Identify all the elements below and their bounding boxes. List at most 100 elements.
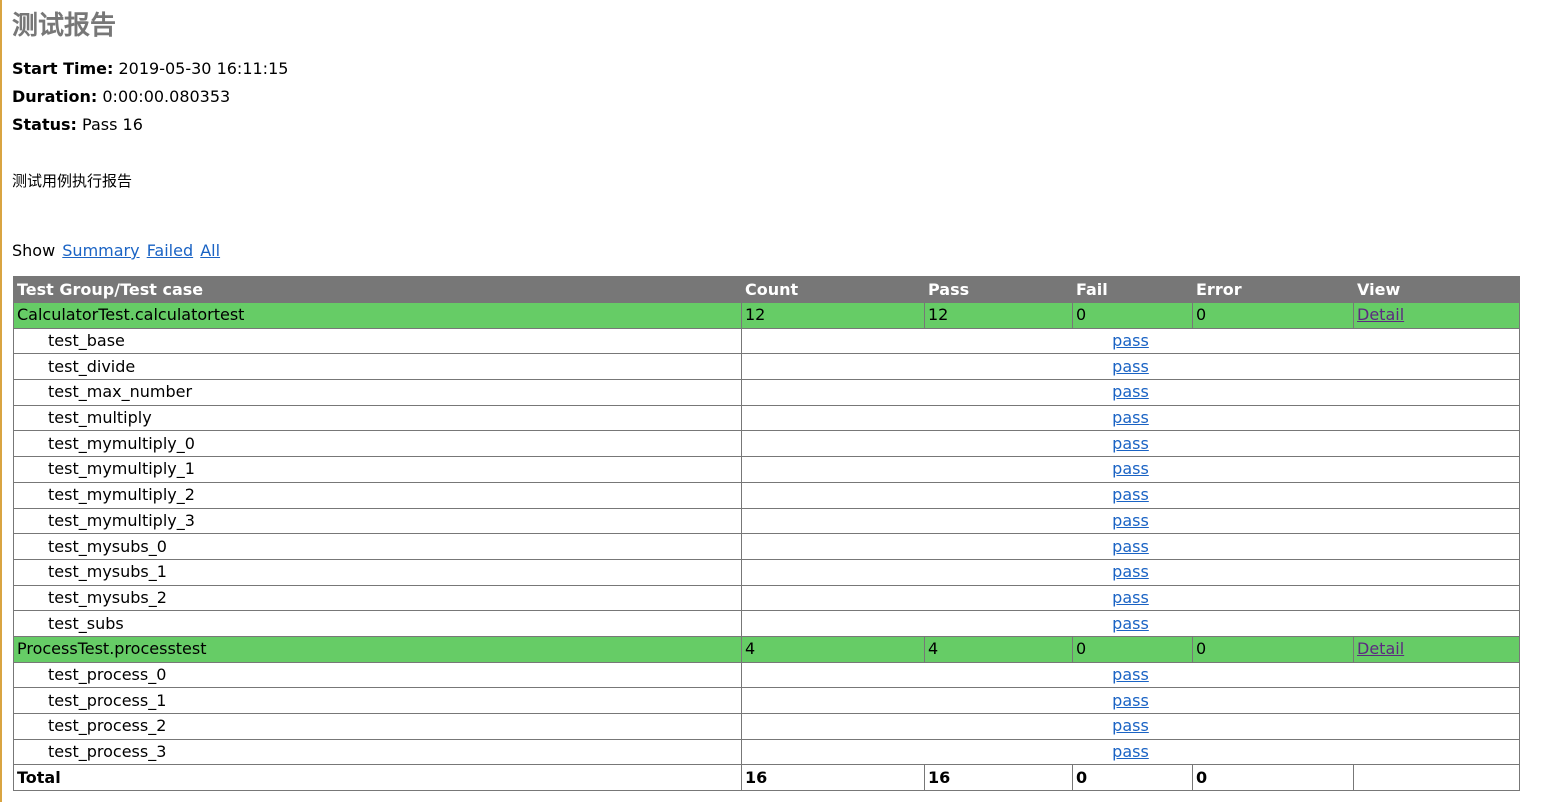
case-status-cell: pass — [741, 687, 1520, 714]
case-status-cell: pass — [741, 404, 1520, 432]
group-row: ProcessTest.processtest 4 4 0 0 Detail — [13, 635, 1520, 663]
show-label: Show — [12, 241, 56, 260]
pass-link[interactable]: pass — [1112, 562, 1149, 581]
group-error: 0 — [1192, 302, 1354, 329]
header-view: View — [1353, 276, 1520, 303]
group-error: 0 — [1192, 635, 1354, 663]
group-pass: 12 — [924, 302, 1073, 329]
show-failed-link[interactable]: Failed — [147, 241, 193, 260]
group-pass: 4 — [924, 635, 1073, 663]
pass-link[interactable]: pass — [1112, 382, 1149, 401]
start-time-line: Start Time: 2019-05-30 16:11:15 — [12, 59, 288, 79]
group-name: CalculatorTest.calculatortest — [13, 302, 742, 329]
start-time-value: 2019-05-30 16:11:15 — [118, 59, 289, 78]
header-test-group: Test Group/Test case — [13, 276, 742, 303]
group-view-cell: Detail — [1353, 302, 1520, 329]
group-fail: 0 — [1072, 635, 1193, 663]
case-name: test_process_2 — [13, 713, 742, 740]
show-filter-bar: Show Summary Failed All — [12, 241, 220, 261]
pass-link[interactable]: pass — [1112, 511, 1149, 530]
group-count: 12 — [741, 302, 925, 329]
case-name: test_subs — [13, 610, 742, 637]
pass-link[interactable]: pass — [1112, 357, 1149, 376]
case-status-cell: pass — [741, 481, 1520, 509]
case-row: test_multiply pass — [13, 404, 1520, 432]
case-name: test_multiply — [13, 404, 742, 432]
total-error: 0 — [1192, 764, 1354, 792]
total-view — [1353, 764, 1520, 792]
case-name: test_mymultiply_0 — [13, 430, 742, 458]
header-error: Error — [1192, 276, 1354, 303]
case-row: test_base pass — [13, 327, 1520, 355]
case-name: test_max_number — [13, 379, 742, 406]
pass-link[interactable]: pass — [1112, 742, 1149, 761]
detail-link[interactable]: Detail — [1357, 305, 1404, 324]
pass-link[interactable]: pass — [1112, 588, 1149, 607]
start-time-label: Start Time: — [12, 59, 114, 78]
pass-link[interactable]: pass — [1112, 331, 1149, 350]
pass-link[interactable]: pass — [1112, 434, 1149, 453]
case-name: test_process_1 — [13, 687, 742, 714]
total-pass: 16 — [924, 764, 1073, 792]
show-all-link[interactable]: All — [200, 241, 220, 260]
header-fail: Fail — [1072, 276, 1193, 303]
pass-link[interactable]: pass — [1112, 485, 1149, 504]
group-view-cell: Detail — [1353, 635, 1520, 663]
case-row: test_mymultiply_0 pass — [13, 430, 1520, 458]
case-status-cell: pass — [741, 353, 1520, 381]
case-row: test_mysubs_1 pass — [13, 558, 1520, 586]
status-line: Status: Pass 16 — [12, 115, 143, 135]
case-name: test_divide — [13, 353, 742, 381]
case-status-cell: pass — [741, 738, 1520, 766]
group-name: ProcessTest.processtest — [13, 635, 742, 663]
case-status-cell: pass — [741, 661, 1520, 689]
report-title: 测试报告 — [12, 11, 117, 41]
pass-link[interactable]: pass — [1112, 408, 1149, 427]
case-row: test_subs pass — [13, 610, 1520, 637]
case-row: test_mymultiply_2 pass — [13, 481, 1520, 509]
duration-label: Duration: — [12, 87, 98, 106]
pass-link[interactable]: pass — [1112, 614, 1149, 633]
case-name: test_process_3 — [13, 738, 742, 766]
case-row: test_mysubs_0 pass — [13, 533, 1520, 560]
detail-link[interactable]: Detail — [1357, 639, 1404, 658]
case-row: test_process_2 pass — [13, 713, 1520, 740]
case-name: test_mymultiply_3 — [13, 507, 742, 535]
case-status-cell: pass — [741, 610, 1520, 637]
group-count: 4 — [741, 635, 925, 663]
total-row: Total 16 16 0 0 — [13, 764, 1520, 792]
case-status-cell: pass — [741, 533, 1520, 560]
header-count: Count — [741, 276, 925, 303]
pass-link[interactable]: pass — [1112, 459, 1149, 478]
case-status-cell: pass — [741, 507, 1520, 535]
duration-value: 0:00:00.080353 — [102, 87, 231, 106]
header-pass: Pass — [924, 276, 1073, 303]
case-status-cell: pass — [741, 584, 1520, 612]
status-label: Status: — [12, 115, 77, 134]
pass-link[interactable]: pass — [1112, 665, 1149, 684]
total-fail: 0 — [1072, 764, 1193, 792]
pass-link[interactable]: pass — [1112, 537, 1149, 556]
show-summary-link[interactable]: Summary — [62, 241, 139, 260]
case-row: test_mysubs_2 pass — [13, 584, 1520, 612]
case-row: test_process_1 pass — [13, 687, 1520, 714]
header-row: Test Group/Test case Count Pass Fail Err… — [13, 276, 1520, 303]
duration-line: Duration: 0:00:00.080353 — [12, 87, 230, 107]
case-name: test_mymultiply_2 — [13, 481, 742, 509]
case-row: test_process_0 pass — [13, 661, 1520, 689]
case-status-cell: pass — [741, 456, 1520, 483]
case-name: test_process_0 — [13, 661, 742, 689]
status-value: Pass 16 — [82, 115, 143, 134]
report-description: 测试用例执行报告 — [12, 172, 133, 190]
case-name: test_mysubs_2 — [13, 584, 742, 612]
case-row: test_divide pass — [13, 353, 1520, 381]
total-count: 16 — [741, 764, 925, 792]
pass-link[interactable]: pass — [1112, 691, 1149, 710]
case-name: test_mysubs_0 — [13, 533, 742, 560]
case-status-cell: pass — [741, 379, 1520, 406]
case-status-cell: pass — [741, 327, 1520, 355]
results-table: Test Group/Test case Count Pass Fail Err… — [13, 276, 1520, 792]
pass-link[interactable]: pass — [1112, 716, 1149, 735]
case-name: test_base — [13, 327, 742, 355]
case-name: test_mysubs_1 — [13, 558, 742, 586]
